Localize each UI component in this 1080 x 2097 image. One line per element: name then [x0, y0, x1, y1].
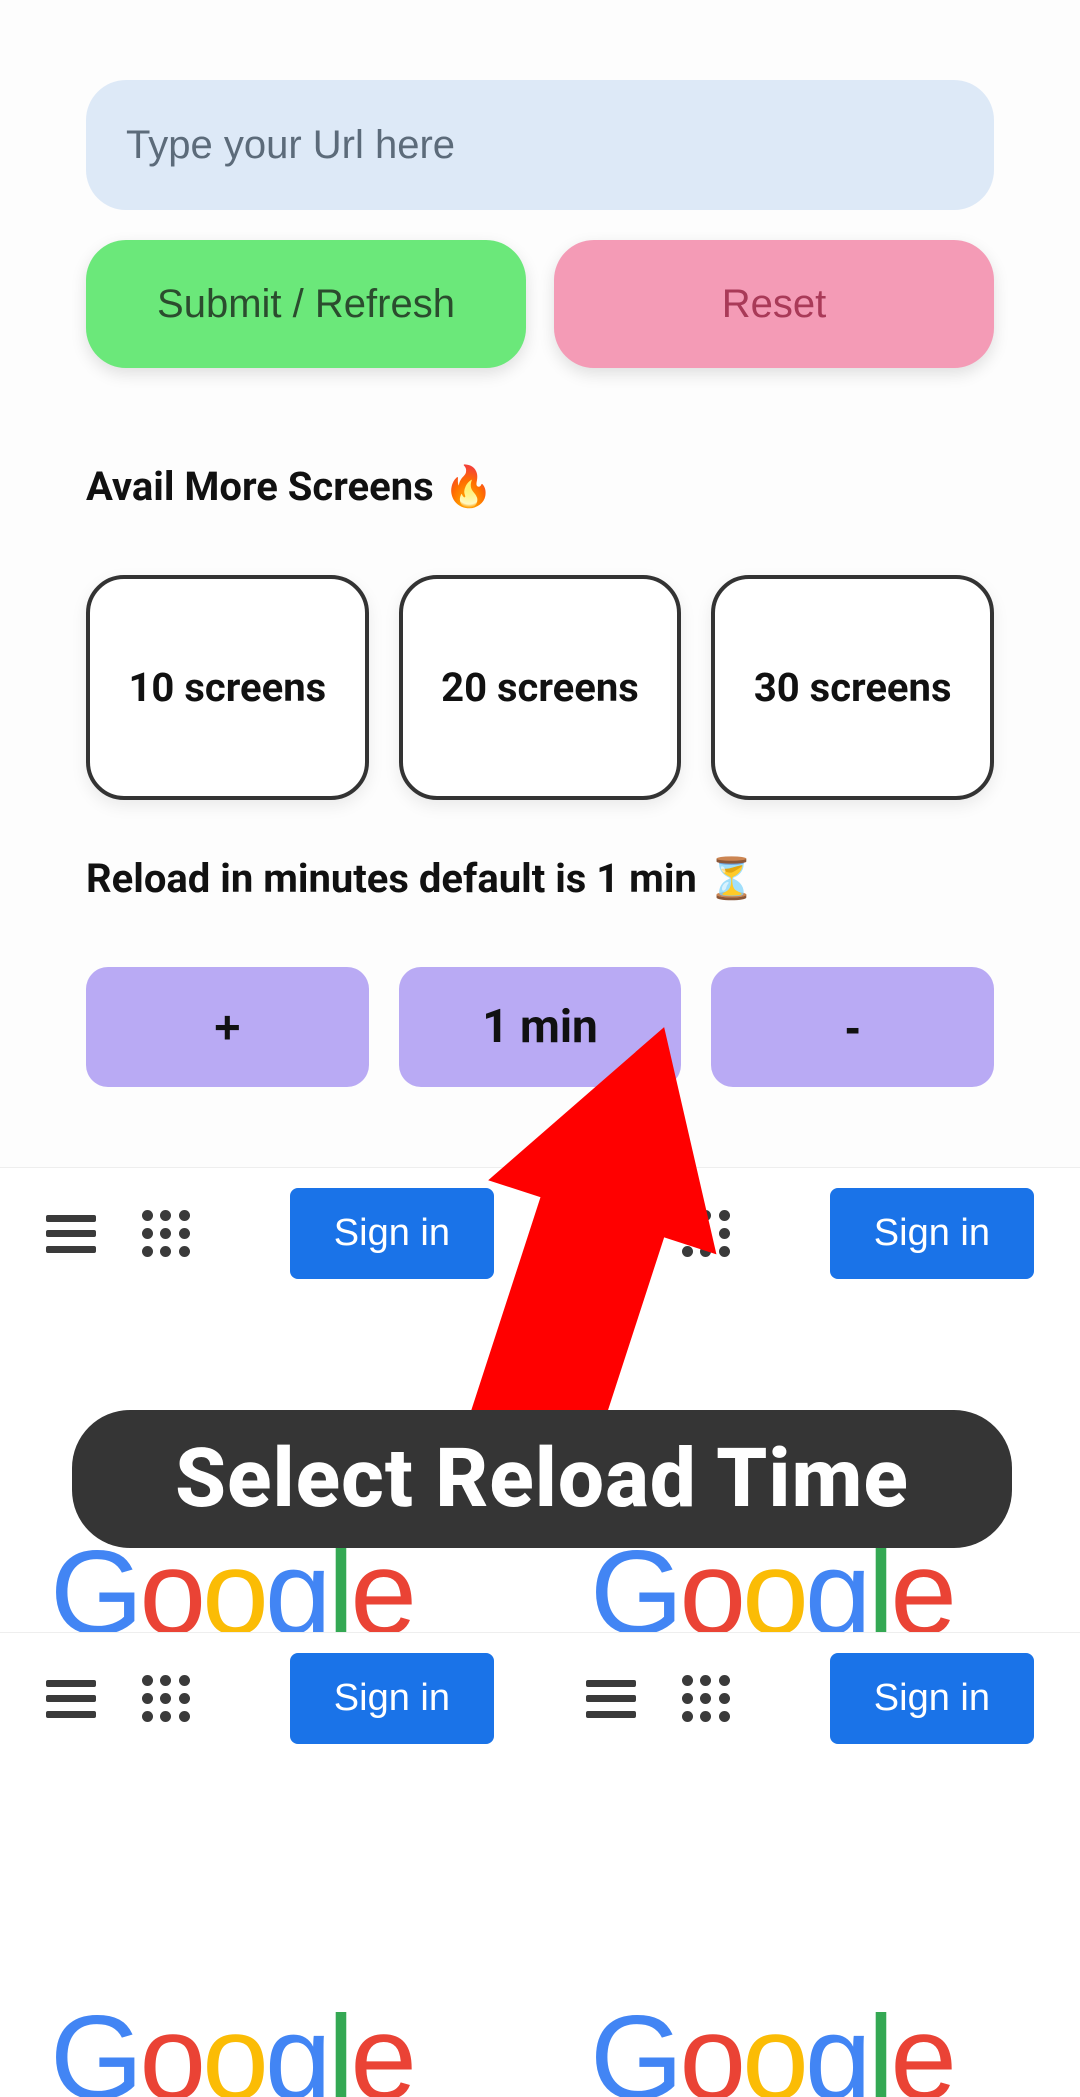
apps-grid-icon[interactable] [682, 1210, 730, 1258]
screens-option-10[interactable]: 10 screens [86, 575, 369, 800]
google-logo: Google [590, 1989, 953, 2097]
control-panel: Submit / Refresh Reset Avail More Screen… [0, 0, 1080, 1107]
preview-cell: Sign in Google [540, 1632, 1080, 2097]
url-input[interactable] [86, 80, 994, 210]
annotation-label: Select Reload Time [72, 1410, 1012, 1548]
apps-grid-icon[interactable] [682, 1675, 730, 1723]
sign-in-button[interactable]: Sign in [830, 1188, 1034, 1279]
reload-increment-button[interactable]: + [86, 967, 369, 1087]
action-button-row: Submit / Refresh Reset [86, 240, 994, 368]
preview-header: Sign in [0, 1168, 540, 1279]
reload-value-display: 1 min [399, 967, 682, 1087]
sign-in-button[interactable]: Sign in [290, 1653, 494, 1744]
menu-icon[interactable] [586, 1680, 636, 1718]
preview-cell: Sign in Google [540, 1167, 1080, 1632]
reload-decrement-button[interactable]: - [711, 967, 994, 1087]
sign-in-button[interactable]: Sign in [830, 1653, 1034, 1744]
sign-in-button[interactable]: Sign in [290, 1188, 494, 1279]
preview-header: Sign in [540, 1168, 1080, 1279]
menu-icon[interactable] [46, 1215, 96, 1253]
menu-icon[interactable] [46, 1680, 96, 1718]
preview-cell: Sign in Google [0, 1632, 540, 2097]
preview-row: Sign in Google Sign in Google [0, 1632, 1080, 2097]
google-logo: Google [50, 1989, 413, 2097]
screens-option-20[interactable]: 20 screens [399, 575, 682, 800]
preview-cell: Sign in Google [0, 1167, 540, 1632]
screens-section-title: Avail More Screens 🔥 [86, 463, 994, 510]
menu-icon[interactable] [586, 1215, 636, 1253]
apps-grid-icon[interactable] [142, 1210, 190, 1258]
reset-button[interactable]: Reset [554, 240, 994, 368]
reload-section-title: Reload in minutes default is 1 min ⏳ [86, 855, 994, 902]
submit-refresh-button[interactable]: Submit / Refresh [86, 240, 526, 368]
preview-header: Sign in [0, 1633, 540, 1744]
screens-options-row: 10 screens 20 screens 30 screens [86, 575, 994, 800]
preview-header: Sign in [540, 1633, 1080, 1744]
reload-controls-row: + 1 min - [86, 967, 994, 1087]
screens-option-30[interactable]: 30 screens [711, 575, 994, 800]
apps-grid-icon[interactable] [142, 1675, 190, 1723]
preview-grid: Sign in Google Sign in Google Si [0, 1167, 1080, 2097]
preview-row: Sign in Google Sign in Google [0, 1167, 1080, 1632]
